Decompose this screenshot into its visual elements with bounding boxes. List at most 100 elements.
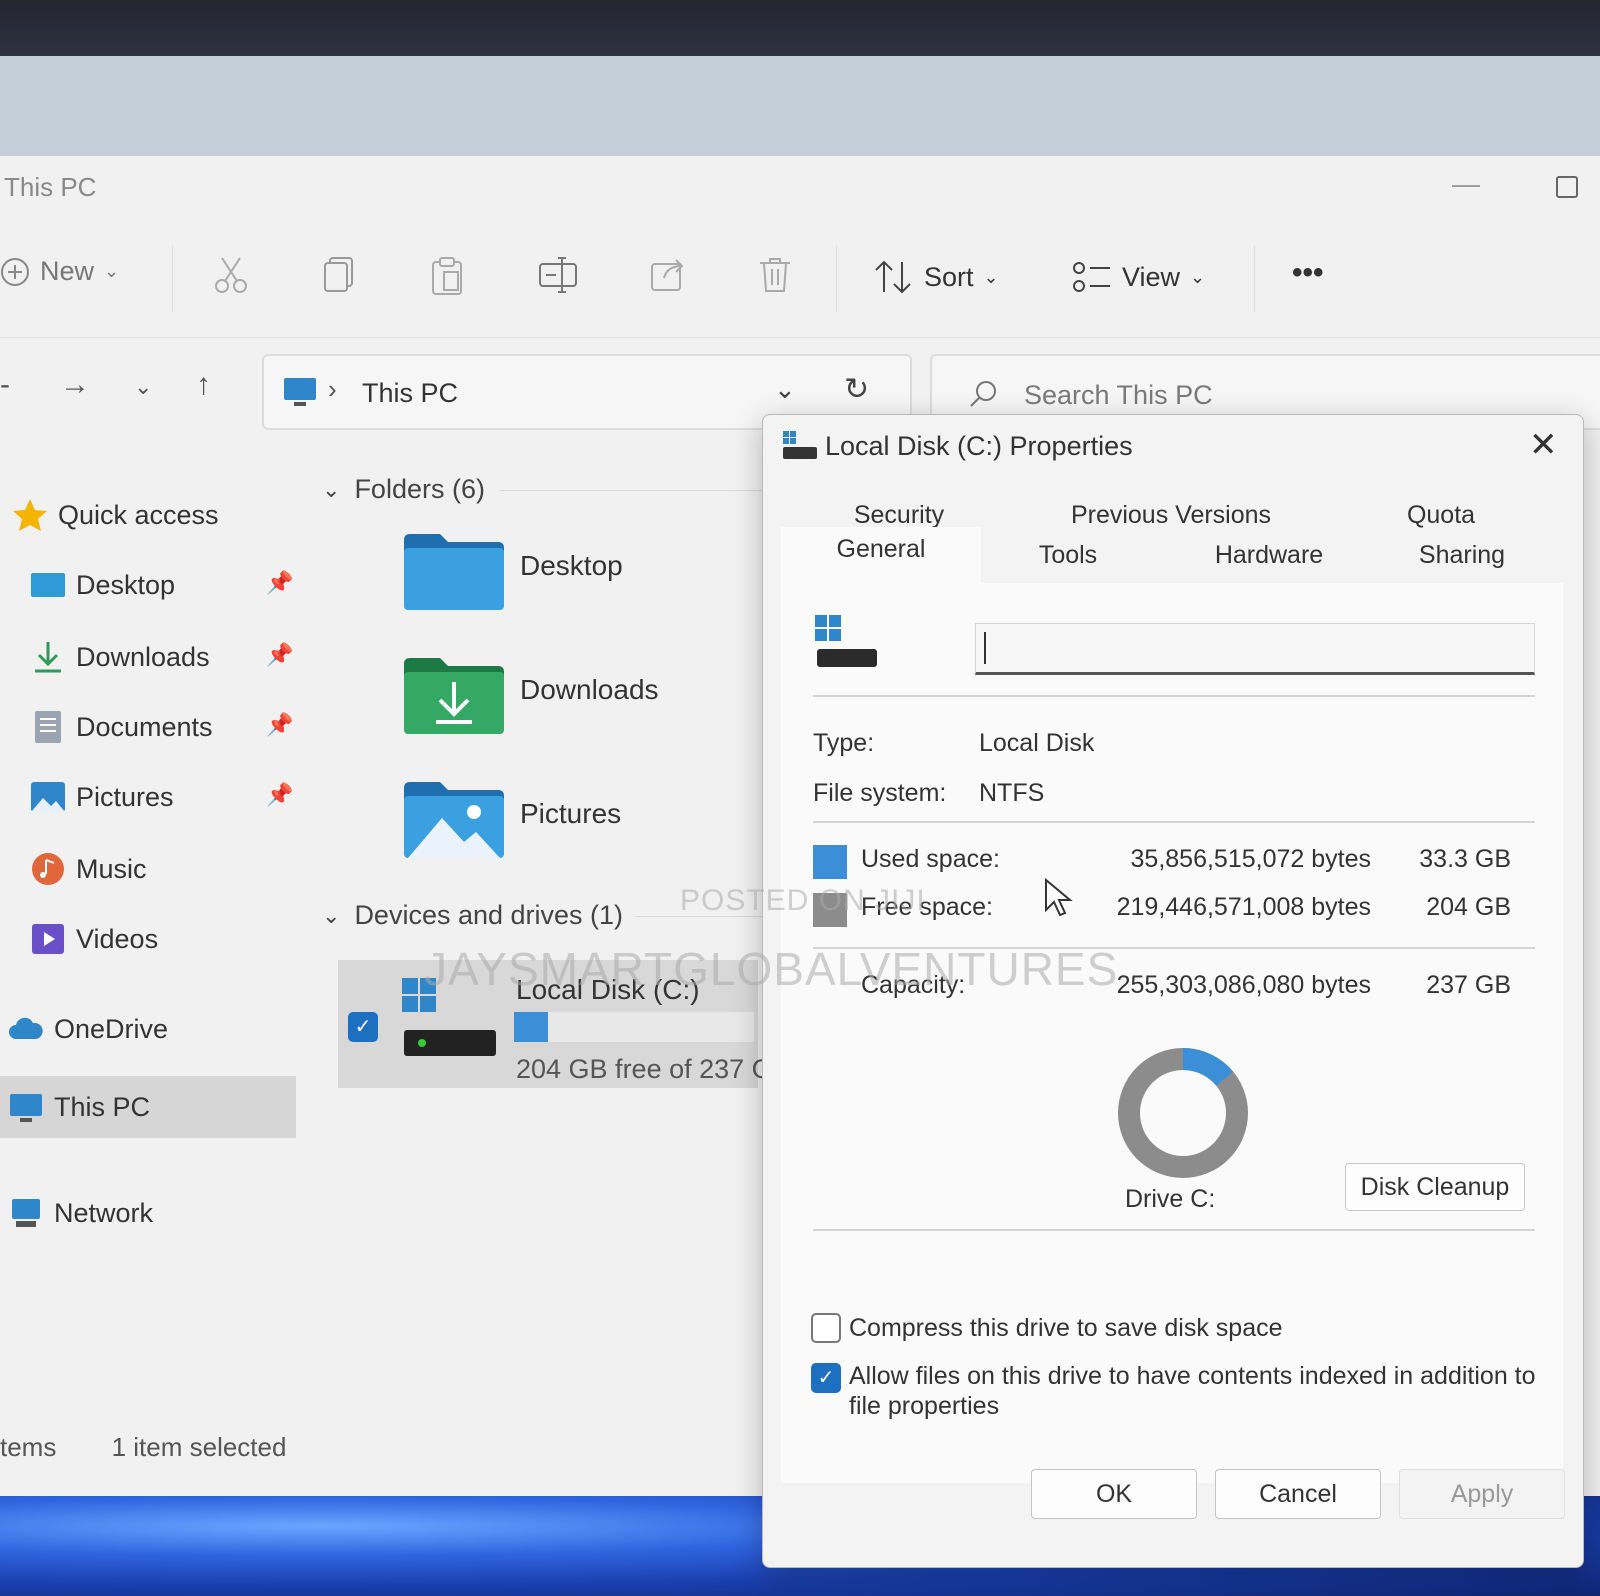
apply-button[interactable]: Apply [1399,1469,1565,1519]
share-button[interactable] [650,256,686,292]
tab-strip: Security Previous Versions Quota General… [781,487,1563,587]
disk-usage-donut [1118,1048,1248,1178]
more-options-button[interactable]: ••• [1292,256,1324,290]
sort-arrows-icon [875,260,911,294]
computer-icon [284,378,316,406]
dialog-title: Local Disk (C:) Properties [825,431,1133,461]
sidebar-item-pictures[interactable]: Pictures 📌 [30,766,296,828]
copy-button[interactable] [322,256,356,294]
capacity-label: Capacity: [861,971,966,999]
pin-icon[interactable]: 📌 [266,570,293,596]
minimize-button[interactable]: — [1452,168,1480,200]
sidebar-item-desktop[interactable]: Desktop 📌 [30,554,296,616]
index-checkbox[interactable]: ✓ [811,1363,841,1393]
sidebar-item-onedrive[interactable]: OneDrive [8,998,296,1060]
sort-label: Sort [924,261,974,292]
monitor-bezel [0,0,1600,60]
free-space-swatch [813,893,847,927]
pictures-folder-icon[interactable] [404,780,504,860]
tab-general[interactable]: General [781,527,981,583]
computer-icon [10,1094,42,1122]
rename-button[interactable] [538,256,578,294]
back-icon[interactable]: - [0,368,10,402]
drive-usage-bar [514,1012,754,1042]
capacity-bytes: 255,303,086,080 bytes [1116,971,1371,999]
video-icon [32,924,64,954]
star-icon [13,499,47,531]
used-space-bytes: 35,856,515,072 bytes [1130,845,1371,873]
free-space-size: 204 GB [1426,893,1511,921]
breadcrumb-chevron-icon: › [328,374,337,404]
plus-circle-icon [1,257,29,286]
sidebar-item-label: Quick access [58,499,219,530]
tab-hardware[interactable]: Hardware [1169,541,1369,570]
cut-button[interactable] [214,256,248,294]
folder-name-downloads[interactable]: Downloads [520,674,659,706]
clipboard-icon [432,257,462,295]
index-label-line2[interactable]: file properties [849,1391,999,1421]
capacity-size: 237 GB [1426,971,1511,999]
view-label: View [1122,261,1181,292]
sidebar-item-videos[interactable]: Videos [30,908,296,970]
pin-icon[interactable]: 📌 [266,712,293,738]
forward-icon[interactable]: → [60,368,90,402]
tab-tools[interactable]: Tools [993,541,1143,570]
tab-previous-versions[interactable]: Previous Versions [1031,501,1311,530]
pictures-icon [31,782,65,812]
tab-sharing[interactable]: Sharing [1377,541,1547,570]
drive-selected-checkbox[interactable]: ✓ [348,1012,378,1042]
devices-group-header[interactable]: ⌄ Devices and drives (1) [322,900,623,931]
folder-name-pictures[interactable]: Pictures [520,798,621,830]
sidebar-item-label: Network [54,1197,154,1228]
address-dropdown-icon[interactable]: ⌄ [774,374,796,405]
sidebar-item-network[interactable]: Network [8,1182,296,1244]
close-icon[interactable]: ✕ [1529,425,1558,465]
view-list-icon [1073,262,1110,292]
item-count-text: tems [0,1432,57,1462]
general-tab-panel: Type: Local Disk File system: NTFS Used … [781,583,1563,1483]
disk-cleanup-button[interactable]: Disk Cleanup [1345,1163,1525,1211]
volume-label-input[interactable] [975,623,1535,675]
drive-icon [815,615,877,667]
sidebar-item-documents[interactable]: Documents 📌 [30,696,296,758]
up-icon[interactable]: ↑ [196,368,211,402]
folders-group-header[interactable]: ⌄ Folders (6) [322,474,485,505]
share-icon [651,259,684,291]
group-divider [636,916,766,917]
downloads-folder-icon[interactable] [404,656,504,736]
new-button[interactable]: New ⌄ [0,256,119,287]
sidebar-item-downloads[interactable]: Downloads 📌 [30,626,296,688]
ok-button[interactable]: OK [1031,1469,1197,1519]
maximize-button[interactable] [1556,176,1578,198]
desktop-folder-icon[interactable] [404,532,504,612]
sidebar-item-this-pc[interactable]: This PC [0,1076,296,1138]
sort-button[interactable]: Sort ⌄ [874,260,999,294]
delete-button[interactable] [758,256,792,294]
sidebar-item-quick-access[interactable]: Quick access [12,484,308,546]
compress-label[interactable]: Compress this drive to save disk space [849,1313,1283,1343]
view-button[interactable]: View ⌄ [1072,260,1205,294]
pin-icon[interactable]: 📌 [266,782,293,808]
tab-security[interactable]: Security [819,501,979,530]
search-input[interactable]: Search This PC [1024,380,1213,411]
desktop-background-top [0,56,1600,160]
tab-quota[interactable]: Quota [1361,501,1521,530]
pin-icon[interactable]: 📌 [266,642,293,668]
rename-icon [539,257,577,293]
chevron-down-icon: ⌄ [322,902,341,928]
desktop-folder-icon [31,573,65,597]
paste-button[interactable] [430,256,464,296]
chevron-down-icon: ⌄ [322,476,341,502]
recent-locations-icon[interactable]: ⌄ [134,374,152,400]
cancel-button[interactable]: Cancel [1215,1469,1381,1519]
drive-name[interactable]: Local Disk (C:) [516,974,700,1006]
folder-name-desktop[interactable]: Desktop [520,550,623,582]
type-value: Local Disk [979,729,1095,757]
command-bar: New ⌄ Sort ⌄ View ⌄ ••• [0,216,1600,338]
status-bar: tems 1 item selected [0,1432,286,1463]
compress-checkbox[interactable] [811,1313,841,1343]
refresh-icon[interactable]: ↻ [844,372,869,407]
sidebar-item-label: Desktop [76,569,176,600]
index-label-line1[interactable]: Allow files on this drive to have conten… [849,1361,1536,1391]
sidebar-item-music[interactable]: Music [30,838,296,900]
